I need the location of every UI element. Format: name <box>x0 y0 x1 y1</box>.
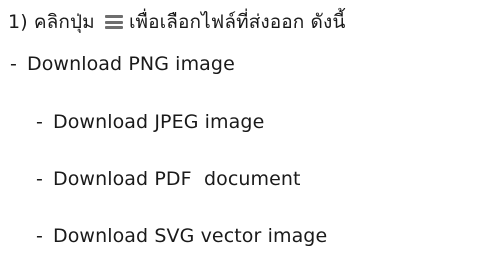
bullet-dash: - <box>36 225 43 247</box>
instruction-line: 1) คลิกปุ่ม เพื่อเลือกไฟล์ที่ส่งออก ดังน… <box>8 8 345 36</box>
option-label: Download SVG vector image <box>52 225 328 247</box>
option-label: Download PDF document <box>52 168 301 190</box>
instruction-text-before: คลิกปุ่ม <box>33 11 95 33</box>
option-download-jpeg: - Download JPEG image <box>36 108 264 136</box>
option-label: Download JPEG image <box>52 111 265 133</box>
step-number: 1) <box>8 11 28 33</box>
hamburger-menu-icon <box>104 15 123 29</box>
instruction-text-after: เพื่อเลือกไฟล์ที่ส่งออก ดังนี้ <box>128 11 346 33</box>
option-download-png: - Download PNG image <box>10 50 235 78</box>
bullet-dash: - <box>36 168 43 190</box>
option-download-pdf: - Download PDF document <box>36 165 301 193</box>
option-label: Download PNG image <box>26 53 235 75</box>
bullet-dash: - <box>36 111 43 133</box>
bullet-dash: - <box>10 53 17 75</box>
option-download-svg: - Download SVG vector image <box>36 222 327 250</box>
